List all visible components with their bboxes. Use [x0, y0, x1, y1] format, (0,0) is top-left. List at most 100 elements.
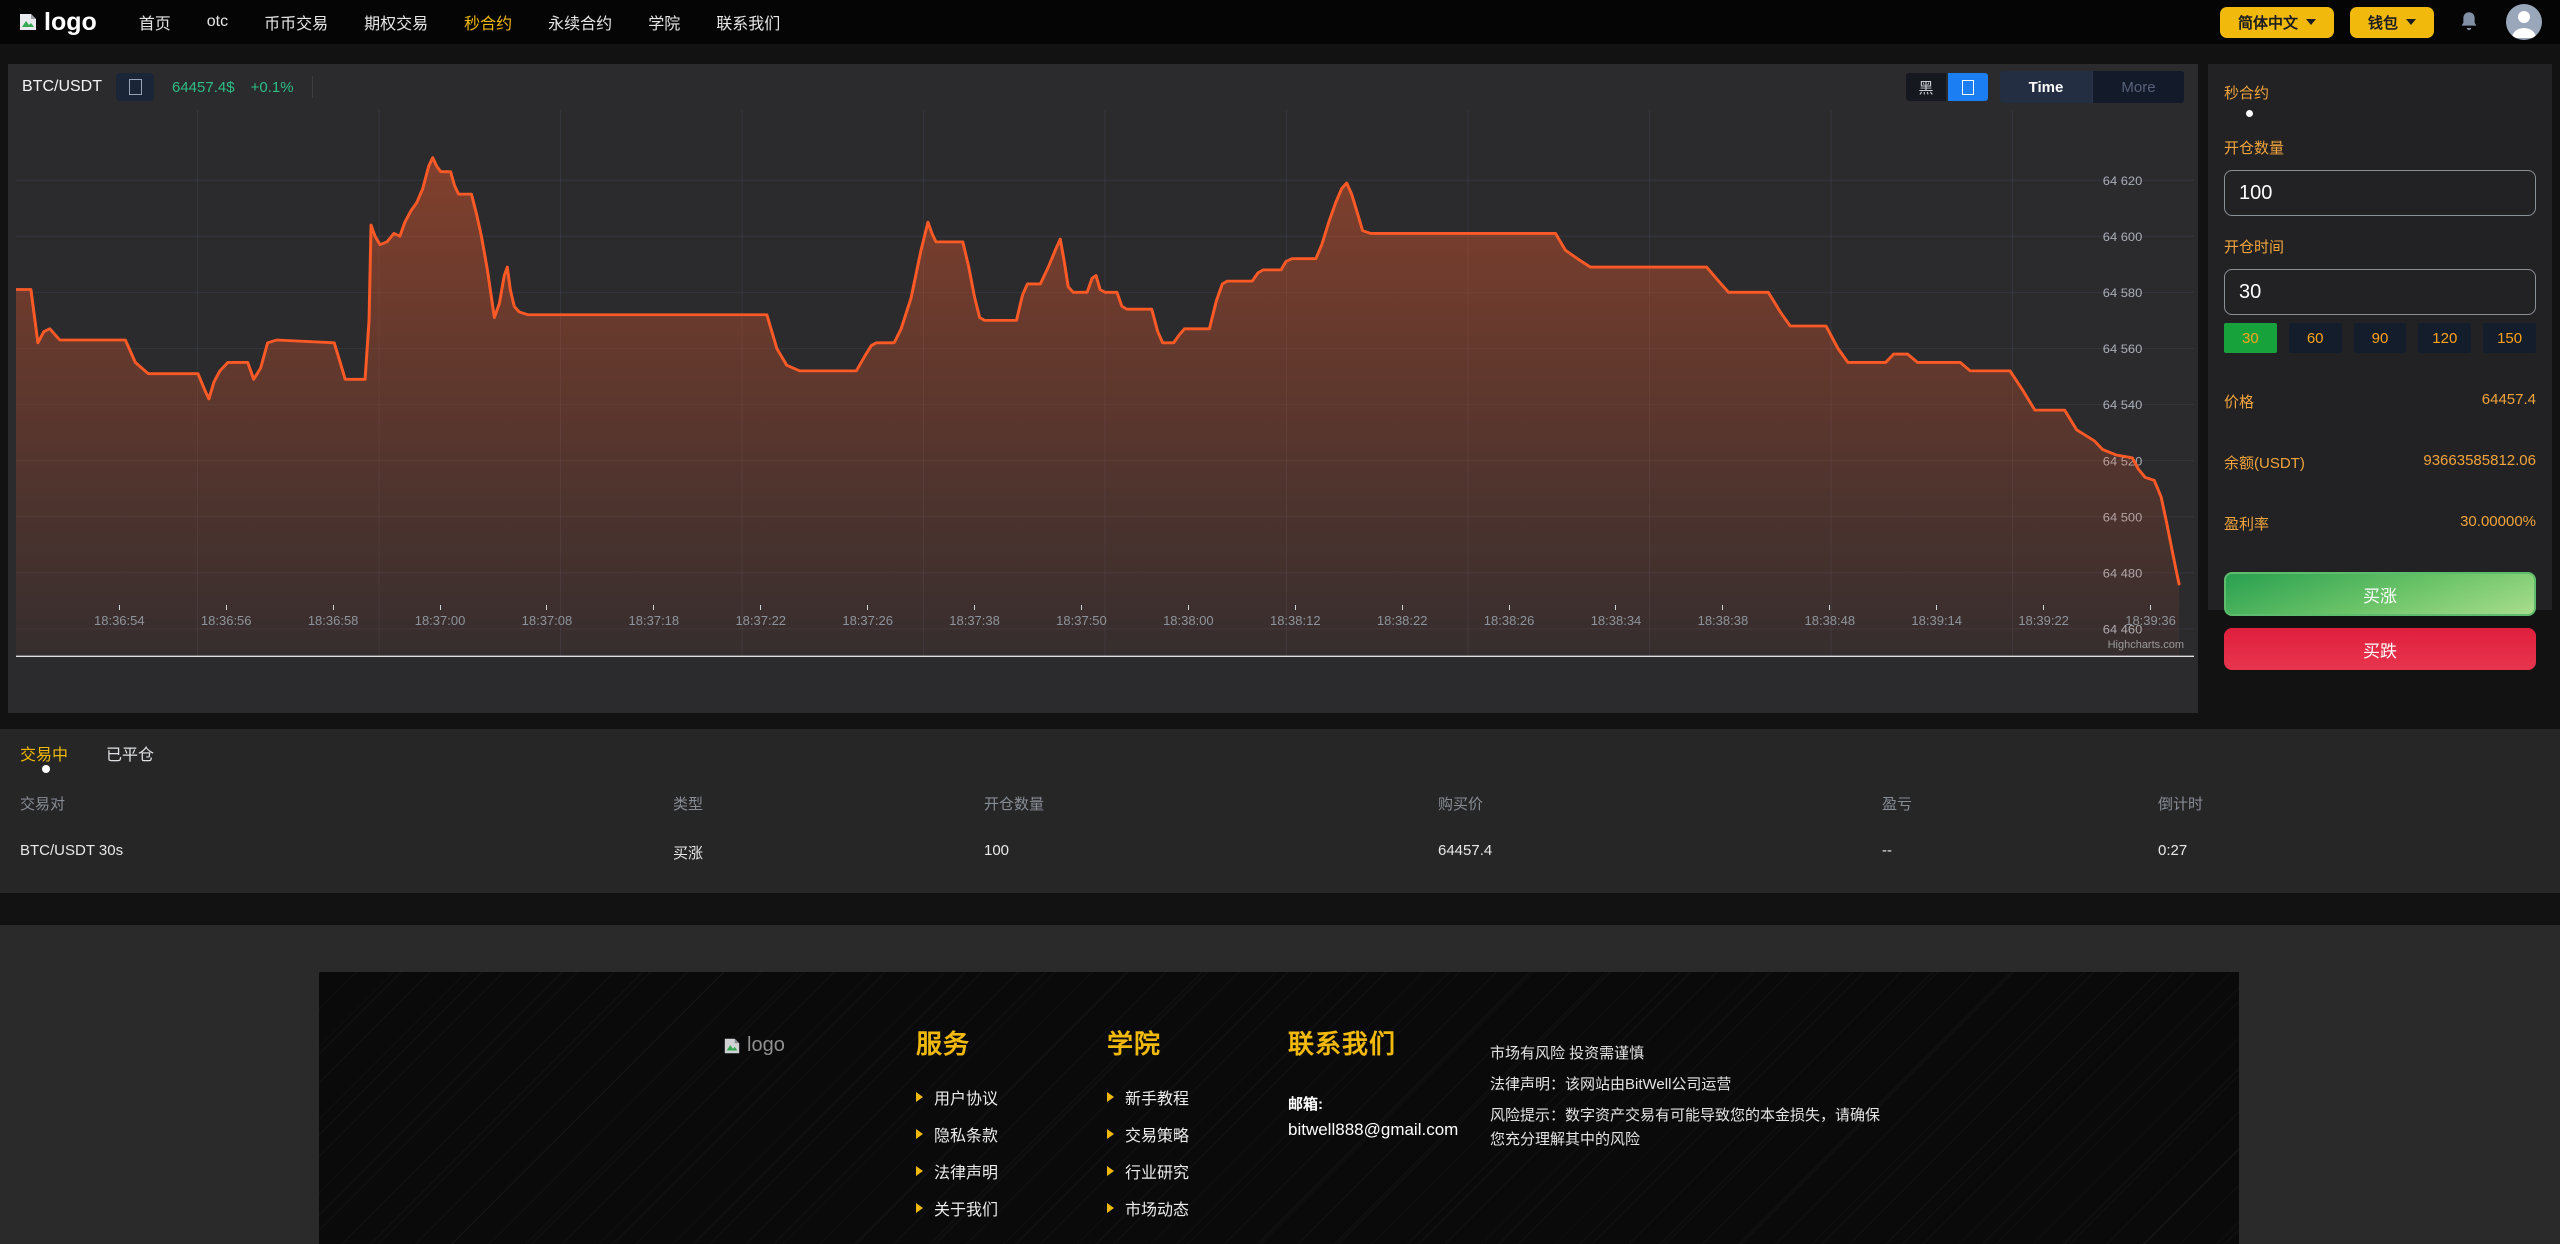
- column-header: 倒计时: [2158, 793, 2203, 814]
- nav-right: 简体中文 钱包: [2220, 4, 2542, 40]
- x-axis-label: 18:37:18: [629, 605, 680, 627]
- last-price: 64457.4$: [172, 79, 235, 96]
- x-axis-label: 18:38:34: [1591, 605, 1642, 627]
- buy-up-button[interactable]: 买涨: [2224, 572, 2536, 616]
- time-option-30[interactable]: 30: [2224, 323, 2277, 353]
- footer-link[interactable]: 交易策略: [1107, 1124, 1189, 1144]
- tab-0[interactable]: 交易中: [20, 741, 68, 765]
- info-label: 盈利率: [2224, 513, 2269, 534]
- order-info-rows: 价格64457.4余额(USDT)93663585812.06盈利率30.000…: [2224, 391, 2536, 534]
- info-value: 93663585812.06: [2423, 452, 2536, 473]
- info-row: 余额(USDT) 93663585812.06: [2224, 452, 2536, 473]
- nav-item-0[interactable]: 首页: [139, 10, 171, 34]
- highcharts-credit[interactable]: Highcharts.com: [2108, 639, 2184, 651]
- disclaimer-text: 市场有风险 投资需谨慎: [1490, 1042, 1882, 1066]
- notification-bell-icon[interactable]: [2456, 9, 2482, 35]
- info-label: 余额(USDT): [2224, 452, 2305, 473]
- tab-1[interactable]: 已平仓: [106, 741, 154, 765]
- chevron-down-icon: [2306, 19, 2316, 25]
- wallet-button[interactable]: 钱包: [2350, 7, 2434, 38]
- svg-text:64 620: 64 620: [2103, 174, 2143, 188]
- triangle-bullet-icon: [1107, 1203, 1114, 1213]
- x-axis-label: 18:37:00: [415, 605, 466, 627]
- footer-link[interactable]: 用户协议: [916, 1087, 998, 1107]
- table-cell: --: [1882, 842, 1892, 859]
- footer-link[interactable]: 新手教程: [1107, 1087, 1189, 1107]
- time-tab[interactable]: Time: [2000, 71, 2092, 103]
- divider: [312, 76, 313, 98]
- info-label: 价格: [2224, 391, 2254, 412]
- x-axis-label: 18:37:08: [522, 605, 573, 627]
- table-cell: 64457.4: [1438, 842, 1492, 859]
- column-header: 交易对: [20, 793, 65, 814]
- nav-item-2[interactable]: 币币交易: [264, 10, 328, 34]
- footer-link[interactable]: 法律声明: [916, 1161, 998, 1181]
- nav-item-6[interactable]: 学院: [648, 10, 680, 34]
- person-icon: [2506, 4, 2542, 40]
- language-button[interactable]: 简体中文: [2220, 7, 2334, 38]
- footer-logo[interactable]: logo: [723, 1034, 785, 1057]
- chart-type-group: Time More: [2000, 71, 2184, 103]
- price-chart[interactable]: 64 46064 48064 50064 52064 54064 56064 5…: [16, 110, 2194, 657]
- pair-selector-button[interactable]: [116, 73, 154, 101]
- main-nav: 首页 otc 币币交易 期权交易 秒合约 永续合约 学院 联系我们: [139, 10, 780, 34]
- nav-item-7[interactable]: 联系我们: [716, 10, 780, 34]
- footer-column-academy: 学院新手教程交易策略行业研究市场动态: [1107, 1024, 1189, 1235]
- positions-panel: 交易中已平仓 交易对类型开仓数量购买价盈亏倒计时 BTC/USDT 30s买涨1…: [0, 729, 2560, 893]
- footer-link[interactable]: 行业研究: [1107, 1161, 1189, 1181]
- open-time-input[interactable]: [2224, 269, 2536, 315]
- positions-tabs: 交易中 已平仓: [20, 741, 154, 765]
- time-option-150[interactable]: 150: [2483, 323, 2536, 353]
- theme-dark-button[interactable]: 黑: [1906, 73, 1946, 101]
- chart-panel: BTC/USDT 64457.4$ +0.1% 黑 Time More: [8, 64, 2198, 713]
- active-indicator-dot: [42, 765, 50, 773]
- page: logo 首页otc币币交易期权交易秒合约永续合约学院联系我们 简体中文 钱包: [0, 0, 2560, 1244]
- footer-column-title: 服务: [916, 1024, 998, 1061]
- x-axis-label: 18:37:38: [949, 605, 1000, 627]
- footer-link-label: 关于我们: [934, 1196, 998, 1220]
- theme-toggle: 黑: [1906, 73, 1988, 101]
- footer-link[interactable]: 关于我们: [916, 1198, 998, 1218]
- placeholder-glyph-icon: [129, 79, 142, 95]
- footer-column-title: 学院: [1107, 1024, 1189, 1061]
- disclaimer-text: 法律声明：该网站由BitWell公司运营: [1490, 1073, 1882, 1097]
- x-axis-label: 18:38:38: [1698, 605, 1749, 627]
- x-axis-label: 18:36:56: [201, 605, 252, 627]
- email-label: 邮箱:: [1288, 1093, 1458, 1114]
- nav-item-4[interactable]: 秒合约: [464, 10, 512, 34]
- svg-text:64 580: 64 580: [2103, 286, 2143, 300]
- buy-down-button[interactable]: 买跌: [2224, 628, 2536, 670]
- x-axis-label: 18:38:00: [1163, 605, 1214, 627]
- panel-title: 秒合约: [2224, 82, 2536, 103]
- footer-link-label: 法律声明: [934, 1159, 998, 1183]
- nav-item-1[interactable]: otc: [207, 13, 228, 31]
- quantity-label: 开仓数量: [2224, 137, 2536, 158]
- broken-image-icon: [18, 12, 38, 32]
- language-button-label: 简体中文: [2238, 12, 2298, 33]
- table-cell: BTC/USDT 30s: [20, 842, 123, 859]
- footer-link-label: 用户协议: [934, 1085, 998, 1109]
- x-axis-label: 18:39:14: [1911, 605, 1962, 627]
- wallet-button-label: 钱包: [2368, 12, 2398, 33]
- more-tab[interactable]: More: [2092, 71, 2184, 103]
- site-logo[interactable]: logo: [18, 8, 97, 37]
- footer-link[interactable]: 市场动态: [1107, 1198, 1189, 1218]
- footer-link[interactable]: 隐私条款: [916, 1124, 998, 1144]
- chart-header: BTC/USDT 64457.4$ +0.1% 黑 Time More: [8, 64, 2198, 110]
- x-axis-labels: 18:36:5418:36:5618:36:5818:37:0018:37:08…: [24, 605, 2190, 627]
- theme-active-button[interactable]: [1948, 73, 1988, 101]
- top-navbar: logo 首页 otc 币币交易 期权交易 秒合约 永续合约 学院 联系我们 简体中文 钱包: [0, 0, 2560, 44]
- nav-item-5[interactable]: 永续合约: [548, 10, 612, 34]
- quantity-input[interactable]: [2224, 170, 2536, 216]
- time-option-120[interactable]: 120: [2418, 323, 2471, 353]
- time-option-60[interactable]: 60: [2289, 323, 2342, 353]
- x-axis-label: 18:38:12: [1270, 605, 1321, 627]
- time-option-90[interactable]: 90: [2354, 323, 2407, 353]
- user-avatar[interactable]: [2506, 4, 2542, 40]
- info-value: 30.00000%: [2460, 513, 2536, 534]
- table-header-row: 交易对类型开仓数量购买价盈亏倒计时: [0, 793, 2560, 813]
- info-row: 盈利率 30.00000%: [2224, 513, 2536, 534]
- nav-item-3[interactable]: 期权交易: [364, 10, 428, 34]
- chart-controls: 黑 Time More: [1906, 71, 2184, 103]
- x-axis-label: 18:38:22: [1377, 605, 1428, 627]
